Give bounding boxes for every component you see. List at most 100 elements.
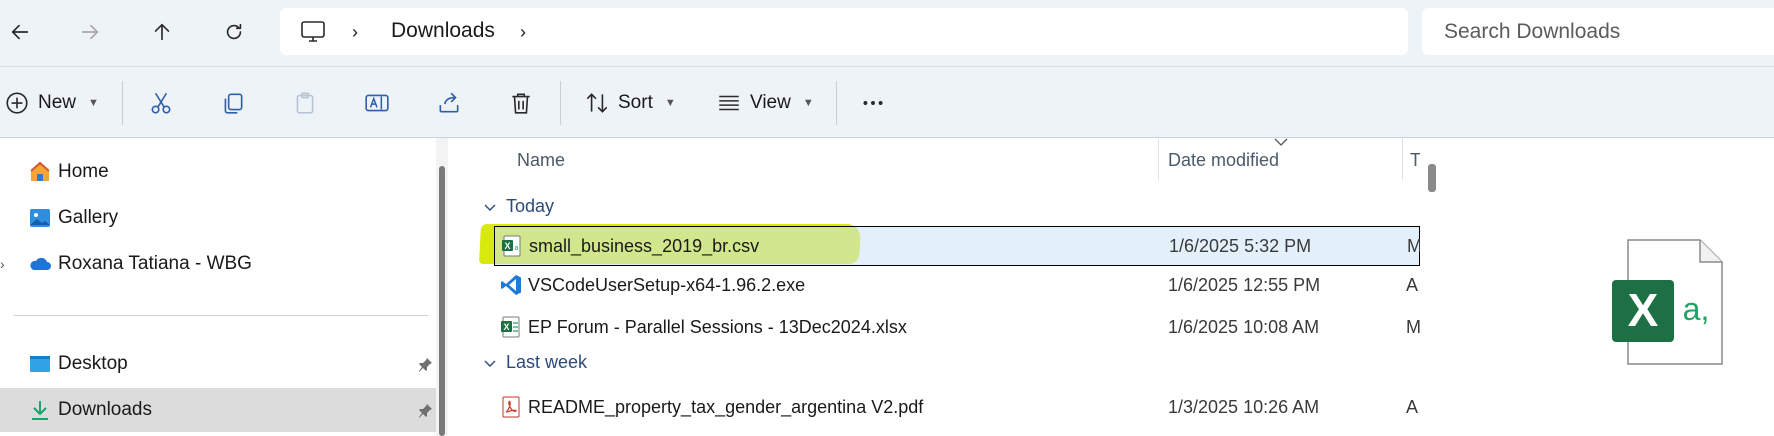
sort-icon [586, 93, 608, 113]
group-label: Last week [506, 352, 588, 372]
chevron-down-icon [484, 204, 496, 211]
group-header-today[interactable]: Today [484, 196, 554, 217]
file-row-readme-pdf[interactable]: README_property_tax_gender_argentina V2.… [494, 388, 1420, 428]
view-icon [719, 95, 739, 111]
file-type: A [1406, 397, 1419, 417]
sort-descending-icon [1274, 138, 1288, 146]
view-label: View [750, 92, 791, 113]
chevron-right-icon[interactable]: › [0, 256, 5, 272]
file-type: A [1406, 275, 1419, 295]
cut-button[interactable] [148, 81, 174, 125]
this-pc-icon[interactable] [300, 20, 326, 44]
share-icon [439, 92, 459, 113]
sort-label: Sort [618, 92, 653, 113]
group-header-last-week[interactable]: Last week [484, 352, 587, 373]
view-button[interactable]: View ▼ [716, 81, 814, 125]
share-button[interactable] [436, 81, 462, 125]
sidebar-item-desktop[interactable]: Desktop [0, 342, 436, 386]
copy-button[interactable] [220, 81, 246, 125]
file-name: small_business_2019_br.csv [529, 236, 760, 256]
address-bar[interactable]: › Downloads › [280, 8, 1408, 55]
delete-button[interactable] [508, 81, 534, 125]
back-button[interactable] [0, 12, 40, 52]
sidebar-item-label: Gallery [58, 207, 119, 228]
up-button[interactable] [142, 12, 182, 52]
breadcrumb-separator[interactable]: › [352, 22, 358, 43]
column-separator[interactable] [1402, 138, 1403, 180]
new-button[interactable]: New ▼ [4, 81, 99, 125]
excel-csv-file-icon: X a, [1612, 239, 1723, 365]
sidebar-item-label: Desktop [58, 353, 128, 374]
toolbar-divider [836, 81, 837, 125]
rename-button[interactable] [364, 81, 390, 125]
chevron-down-icon: ▼ [88, 97, 99, 109]
file-date: 1/6/2025 5:32 PM [1169, 236, 1312, 256]
pin-icon[interactable] [418, 402, 434, 418]
cut-icon [151, 92, 171, 114]
file-date: 1/6/2025 12:55 PM [1168, 275, 1321, 295]
file-list: Name Date modified T Today Xa small_busi… [468, 138, 1420, 436]
file-name: VSCodeUserSetup-x64-1.96.2.exe [528, 275, 806, 295]
column-header-type[interactable]: T [1410, 150, 1420, 171]
refresh-icon [226, 23, 242, 40]
file-type: M [1407, 236, 1420, 256]
svg-text:X: X [504, 241, 510, 251]
file-row-vscode-setup[interactable]: VSCodeUserSetup-x64-1.96.2.exe 1/6/2025 … [494, 266, 1420, 306]
column-separator[interactable] [1158, 138, 1159, 180]
arrow-left-icon [11, 24, 29, 40]
file-name: EP Forum - Parallel Sessions - 13Dec2024… [528, 317, 907, 337]
group-label: Today [506, 196, 555, 216]
vscode-icon [501, 275, 521, 295]
svg-text:X: X [503, 322, 509, 332]
column-header-name[interactable]: Name [517, 150, 565, 171]
preview-icon-badge: X [1628, 284, 1659, 336]
paste-button[interactable] [292, 81, 318, 125]
navigation-pane: Home Gallery › Roxana Tatiana - WBG Desk… [0, 138, 448, 436]
file-row-ep-forum-xlsx[interactable]: X EP Forum - Parallel Sessions - 13Dec20… [494, 308, 1420, 348]
file-row-small-business-csv[interactable]: Xa small_business_2019_br.csv 1/6/2025 5… [494, 226, 1420, 266]
more-options-button[interactable] [860, 81, 886, 125]
sort-button[interactable]: Sort ▼ [584, 81, 676, 125]
sidebar-scrollbar-thumb[interactable] [439, 166, 445, 436]
more-icon [863, 101, 883, 105]
rename-icon [365, 94, 389, 112]
sidebar-scrollbar[interactable] [436, 138, 448, 436]
sidebar-divider [14, 315, 428, 316]
home-icon [30, 161, 50, 181]
file-list-scrollbar-thumb[interactable] [1428, 164, 1436, 192]
onedrive-cloud-icon [30, 257, 51, 270]
refresh-button[interactable] [214, 12, 254, 52]
search-box[interactable] [1422, 8, 1774, 55]
sidebar-item-onedrive[interactable]: › Roxana Tatiana - WBG [0, 242, 436, 286]
sidebar-item-downloads[interactable]: Downloads [0, 388, 436, 432]
sidebar-item-label: Roxana Tatiana - WBG [58, 253, 252, 274]
chevron-down-icon: ▼ [802, 97, 814, 109]
preview-pane: X a, [1444, 138, 1774, 436]
sidebar-item-label: Home [58, 161, 109, 182]
address-bar-row: › Downloads › [0, 0, 1774, 66]
file-date: 1/6/2025 10:08 AM [1168, 317, 1320, 337]
excel-csv-icon: Xa [502, 235, 521, 257]
pin-icon[interactable] [418, 356, 434, 372]
new-label: New [38, 92, 77, 113]
preview-icon-text: a, [1683, 291, 1710, 327]
pdf-icon [502, 396, 520, 418]
toolbar-divider [122, 81, 123, 125]
gallery-icon [30, 209, 50, 227]
chevron-down-icon: ▼ [664, 97, 676, 109]
column-header-date-modified[interactable]: Date modified [1168, 150, 1279, 171]
file-list-scrollbar[interactable] [1420, 138, 1444, 436]
sidebar-item-home[interactable]: Home [0, 150, 436, 194]
excel-icon: X [501, 316, 520, 338]
copy-icon [224, 93, 243, 114]
download-icon [32, 401, 48, 420]
breadcrumb-downloads[interactable]: Downloads [391, 19, 495, 43]
search-input[interactable] [1444, 20, 1764, 44]
sidebar-item-gallery[interactable]: Gallery [0, 196, 436, 240]
breadcrumb-separator[interactable]: › [520, 22, 526, 43]
file-type: M [1406, 317, 1420, 337]
forward-button[interactable] [70, 12, 110, 52]
arrow-up-icon [154, 23, 170, 41]
desktop-folder-icon [30, 356, 50, 372]
chevron-down-icon [484, 360, 496, 367]
